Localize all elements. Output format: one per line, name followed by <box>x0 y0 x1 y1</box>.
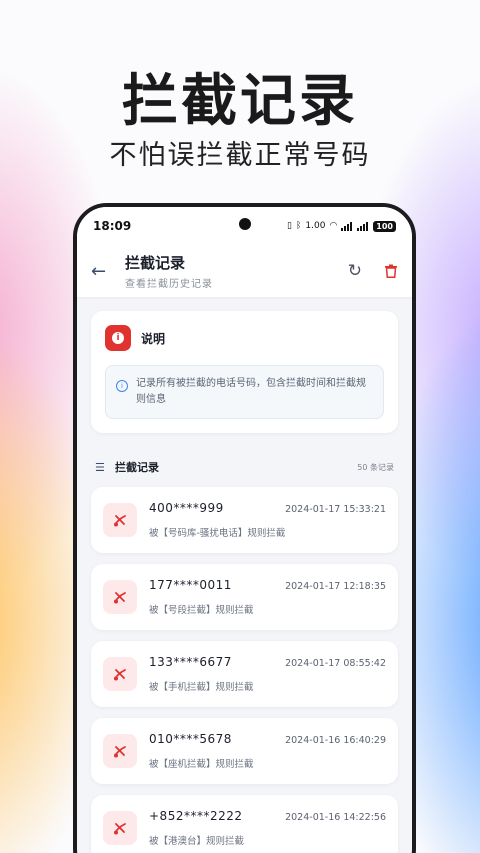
record-count: 50 条记录 <box>357 462 394 472</box>
appbar-text: 拦截记录 查看拦截历史记录 <box>125 252 213 290</box>
arrow-left-icon[interactable]: ← <box>91 261 119 282</box>
wifi-icon: ◠ <box>329 221 338 231</box>
record-time: 2024-01-16 14:22:56 <box>285 812 386 823</box>
record-item[interactable]: 400****999 2024-01-17 15:33:21 被【号码库-骚扰电… <box>91 487 398 553</box>
battery-icon: 100 <box>373 220 396 232</box>
record-number: 177****0011 <box>149 578 232 592</box>
record-item[interactable]: 177****0011 2024-01-17 12:18:35 被【号段拦截】规… <box>91 564 398 630</box>
record-body: 177****0011 2024-01-17 12:18:35 被【号段拦截】规… <box>149 578 386 616</box>
appbar-actions: ↻ <box>348 261 398 281</box>
info-icon: i <box>112 332 124 344</box>
page-subtitle: 查看拦截历史记录 <box>125 279 213 290</box>
main-content: i 说明 i 记录所有被拦截的电话号码，包含拦截时间和拦截规则信息 ☰ 拦截记录… <box>91 311 398 853</box>
record-row: 133****6677 2024-01-17 08:55:42 <box>149 655 386 669</box>
vibrate-icon: ▯ <box>287 221 292 231</box>
record-time: 2024-01-17 08:55:42 <box>285 658 386 669</box>
bluetooth-icon: ᛒ <box>295 221 302 231</box>
record-body: 010****5678 2024-01-16 16:40:29 被【座机拦截】规… <box>149 732 386 770</box>
record-number: 010****5678 <box>149 732 232 746</box>
records-list: 400****999 2024-01-17 15:33:21 被【号码库-骚扰电… <box>91 487 398 853</box>
record-row: +852****2222 2024-01-16 14:22:56 <box>149 809 386 823</box>
trash-icon[interactable] <box>384 264 398 278</box>
record-rule: 被【手机拦截】规则拦截 <box>149 682 254 693</box>
status-icons: ▯ ᛒ 1.00 ◠ 100 <box>287 220 396 232</box>
info-badge: i <box>105 325 131 351</box>
record-rule: 被【号段拦截】规则拦截 <box>149 605 254 616</box>
record-body: 133****6677 2024-01-17 08:55:42 被【手机拦截】规… <box>149 655 386 693</box>
phone-missed-icon <box>103 580 137 614</box>
record-time: 2024-01-16 16:40:29 <box>285 735 386 746</box>
info-header: i 说明 <box>105 325 384 351</box>
phone-missed-icon <box>103 811 137 845</box>
phone-missed-icon <box>103 657 137 691</box>
front-camera <box>239 218 251 230</box>
record-number: +852****2222 <box>149 809 243 823</box>
record-row: 177****0011 2024-01-17 12:18:35 <box>149 578 386 592</box>
record-body: +852****2222 2024-01-16 14:22:56 被【港澳台】规… <box>149 809 386 847</box>
page-title: 拦截记录 <box>125 254 186 272</box>
network-speed: 1.00 <box>305 221 326 231</box>
app-bar: ← 拦截记录 查看拦截历史记录 ↻ <box>77 245 412 297</box>
record-time: 2024-01-17 12:18:35 <box>285 581 386 592</box>
signal-2-icon <box>357 221 369 231</box>
record-row: 400****999 2024-01-17 15:33:21 <box>149 501 386 515</box>
info-card: i 说明 i 记录所有被拦截的电话号码，包含拦截时间和拦截规则信息 <box>91 311 398 433</box>
record-item[interactable]: 010****5678 2024-01-16 16:40:29 被【座机拦截】规… <box>91 718 398 784</box>
record-time: 2024-01-17 15:33:21 <box>285 504 386 515</box>
record-rule: 被【座机拦截】规则拦截 <box>149 759 254 770</box>
list-icon: ☰ <box>95 460 105 474</box>
info-text: 记录所有被拦截的电话号码，包含拦截时间和拦截规则信息 <box>136 378 366 405</box>
hero-subtitle: 不怕误拦截正常号码 <box>109 140 371 171</box>
record-number: 400****999 <box>149 501 224 515</box>
records-section-header: ☰ 拦截记录 50 条记录 <box>91 459 398 475</box>
info-title: 说明 <box>141 331 166 346</box>
section-title: 拦截记录 <box>115 461 159 474</box>
info-box: i 记录所有被拦截的电话号码，包含拦截时间和拦截规则信息 <box>105 365 384 419</box>
info-circle-icon: i <box>116 380 128 392</box>
phone-missed-icon <box>103 734 137 768</box>
phone-frame: 18:09 ▯ ᛒ 1.00 ◠ 100 ← 拦截记录 查看拦截历史记录 ↻ i… <box>73 203 416 853</box>
hero-title: 拦截记录 <box>122 69 358 134</box>
signal-icon <box>341 221 353 231</box>
record-item[interactable]: 133****6677 2024-01-17 08:55:42 被【手机拦截】规… <box>91 641 398 707</box>
record-rule: 被【号码库-骚扰电话】规则拦截 <box>149 528 286 539</box>
record-number: 133****6677 <box>149 655 232 669</box>
record-row: 010****5678 2024-01-16 16:40:29 <box>149 732 386 746</box>
record-item[interactable]: +852****2222 2024-01-16 14:22:56 被【港澳台】规… <box>91 795 398 853</box>
refresh-icon[interactable]: ↻ <box>348 261 362 281</box>
record-rule: 被【港澳台】规则拦截 <box>149 836 245 847</box>
phone-missed-icon <box>103 503 137 537</box>
record-body: 400****999 2024-01-17 15:33:21 被【号码库-骚扰电… <box>149 501 386 539</box>
status-time: 18:09 <box>93 219 132 233</box>
